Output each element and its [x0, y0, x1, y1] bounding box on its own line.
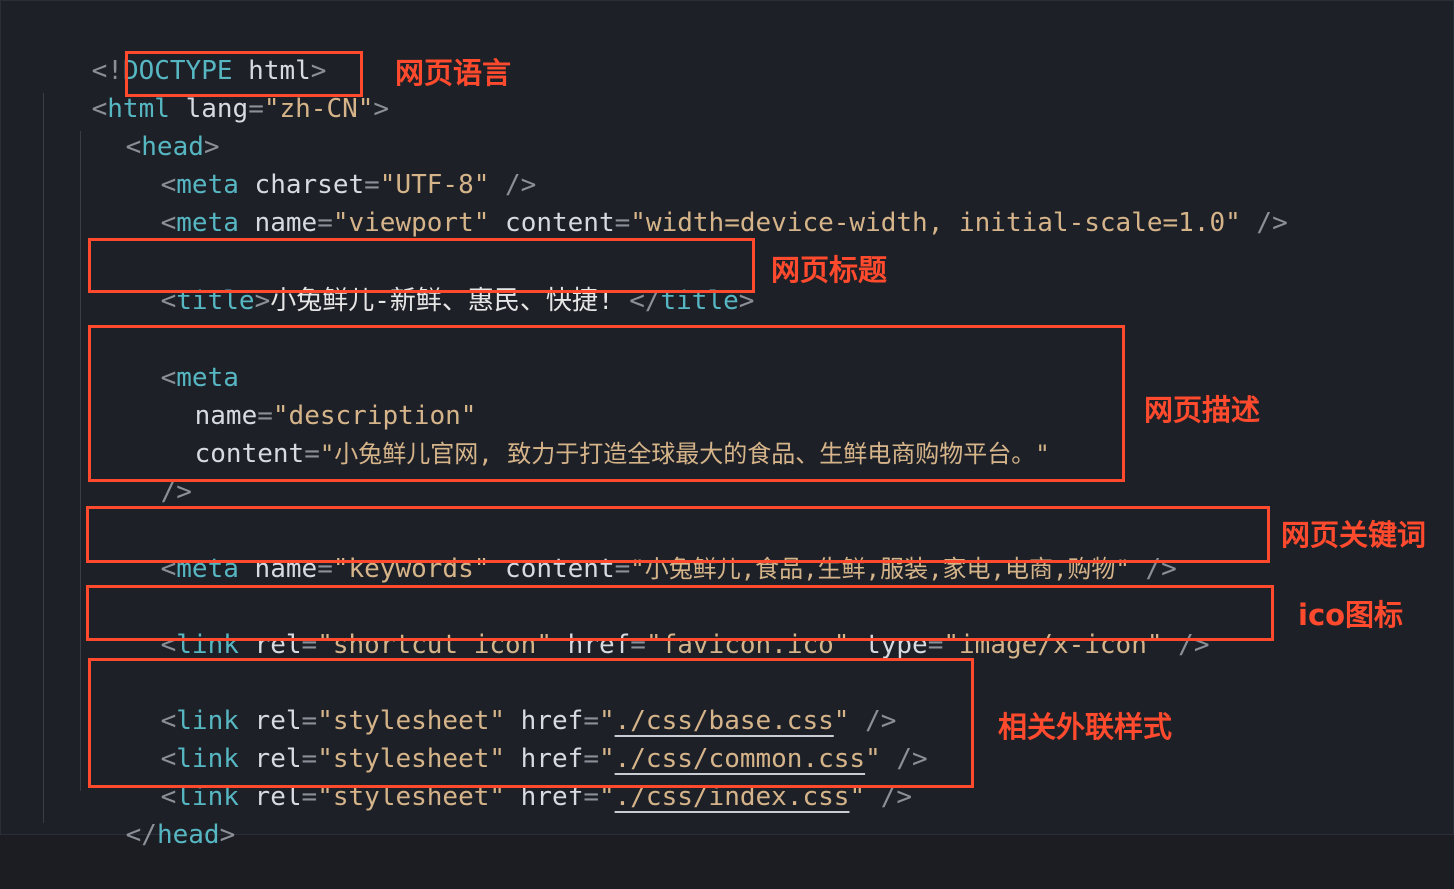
code-line-head-open: <head> — [63, 93, 220, 162]
code-tag: meta — [176, 208, 239, 238]
code-editor: <!DOCTYPE html> <html lang="zh-CN"> <hea… — [0, 0, 1454, 850]
code-punct: /> — [1240, 208, 1288, 238]
annotation-title: 网页标题 — [771, 253, 888, 287]
code-attr: name — [238, 208, 318, 238]
highlight-box-icon — [86, 585, 1274, 641]
highlight-box-lang — [125, 51, 363, 97]
annotation-description: 网页描述 — [1144, 393, 1261, 427]
annotation-keywords: 网页关键词 — [1281, 518, 1427, 552]
code-punct: = — [248, 94, 264, 124]
code-punct: = — [614, 208, 631, 238]
code-punct: = — [317, 208, 333, 238]
annotation-lang: 网页语言 — [395, 56, 512, 90]
code-string: "viewport" — [332, 208, 490, 238]
highlight-box-title — [88, 238, 755, 293]
code-punct: > — [373, 94, 390, 124]
code-string: "zh-CN" — [263, 94, 374, 124]
highlight-box-description — [88, 325, 1125, 482]
code-string: "width=device-width, initial-scale=1.0" — [630, 208, 1241, 238]
code-punct: > — [219, 820, 236, 850]
code-punct: < — [160, 208, 177, 238]
code-line-meta-viewport: <meta name="viewport" content="width=dev… — [98, 169, 1288, 238]
highlight-box-stylesheets — [88, 658, 974, 788]
code-tag: head — [156, 820, 220, 850]
code-line-meta-charset: <meta charset="UTF-8" /> — [98, 131, 537, 200]
code-attr: content — [489, 208, 615, 238]
highlight-box-keywords — [86, 506, 1270, 563]
indent-guide — [80, 131, 81, 791]
annotation-icon: ico图标 — [1298, 598, 1404, 632]
code-punct: </ — [125, 820, 157, 850]
code-line-doctype: <!DOCTYPE html> — [29, 17, 327, 86]
annotation-stylesheets: 相关外联样式 — [998, 710, 1173, 744]
indent-guide — [43, 93, 44, 823]
